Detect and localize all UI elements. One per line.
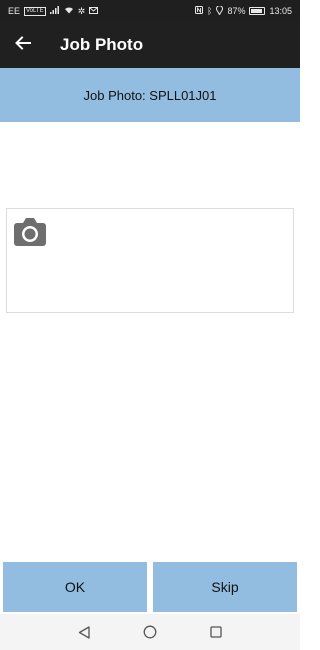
camera-icon[interactable] bbox=[13, 217, 47, 247]
job-photo-header: Job Photo: SPLL01J01 bbox=[0, 68, 300, 122]
screen: EE VoLTE ✲ ᛒ 87% 13:05 Job Photo Job Pho… bbox=[0, 0, 300, 650]
nav-home-icon[interactable] bbox=[140, 622, 160, 642]
settings-icon: ✲ bbox=[77, 5, 86, 16]
nfc-icon bbox=[195, 6, 204, 16]
volte-badge: VoLTE bbox=[24, 6, 46, 16]
wifi-icon bbox=[64, 6, 74, 16]
app-bar: Job Photo bbox=[0, 22, 300, 68]
battery-percent: 87% bbox=[227, 6, 246, 16]
mail-icon bbox=[89, 6, 99, 16]
location-icon bbox=[216, 4, 224, 17]
status-bar: EE VoLTE ✲ ᛒ 87% 13:05 bbox=[0, 0, 300, 22]
ok-button[interactable]: OK bbox=[3, 562, 147, 612]
clock: 13:05 bbox=[269, 6, 292, 16]
photo-area[interactable] bbox=[6, 208, 294, 313]
signal-icon bbox=[49, 6, 60, 16]
bluetooth-icon: ᛒ bbox=[207, 5, 213, 16]
nav-recents-icon[interactable] bbox=[206, 622, 226, 642]
arrow-back-icon bbox=[15, 35, 31, 55]
back-button[interactable] bbox=[0, 22, 46, 68]
skip-button[interactable]: Skip bbox=[153, 562, 297, 612]
nav-back-icon[interactable] bbox=[74, 622, 94, 642]
status-left: EE VoLTE ✲ bbox=[8, 5, 99, 16]
page-title: Job Photo bbox=[60, 35, 144, 54]
carrier-label: EE bbox=[8, 6, 21, 16]
job-photo-header-text: Job Photo: SPLL01J01 bbox=[83, 87, 217, 103]
status-right: ᛒ 87% 13:05 bbox=[195, 4, 292, 17]
system-nav-bar bbox=[0, 614, 300, 650]
battery-icon bbox=[249, 7, 266, 15]
